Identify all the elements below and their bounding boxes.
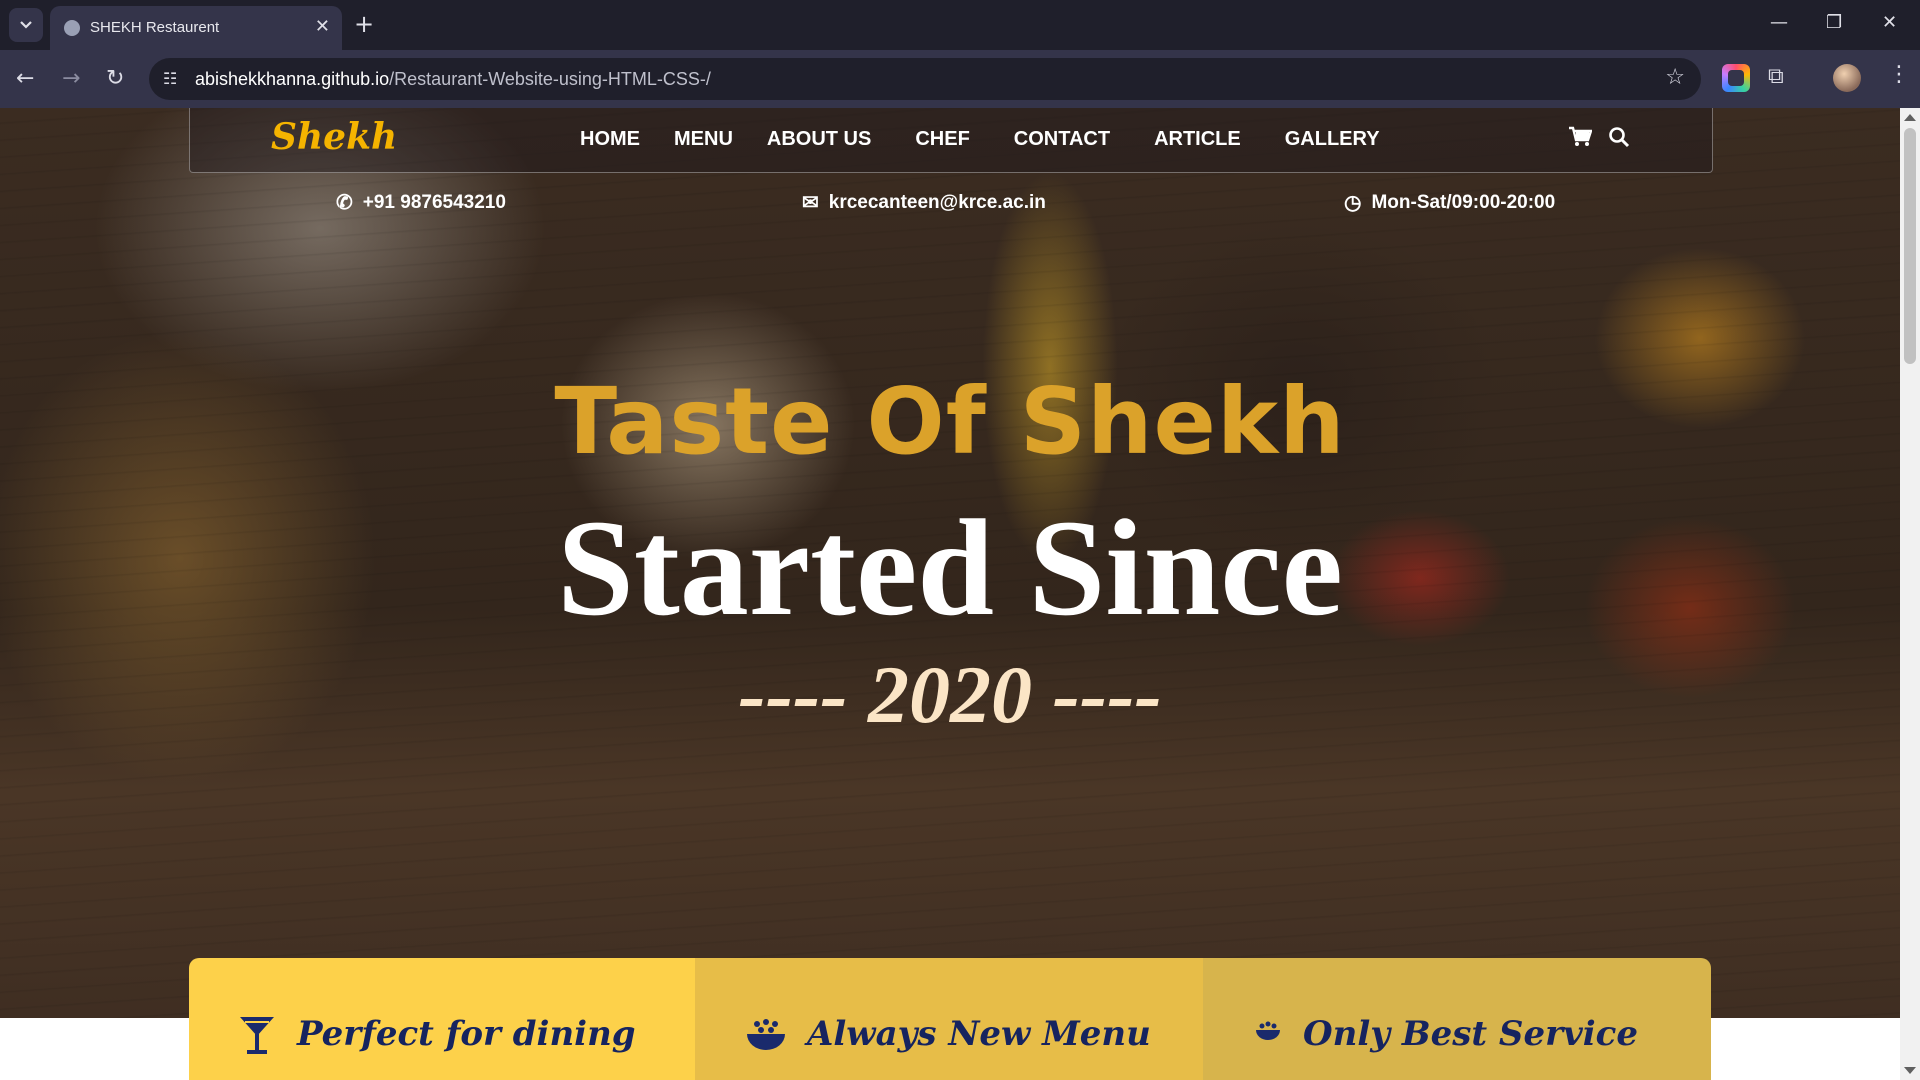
profile-avatar[interactable]: [1833, 64, 1861, 92]
url-text[interactable]: abishekkhanna.github.io/Restaurant-Websi…: [195, 69, 711, 90]
lens-icon[interactable]: [1722, 64, 1750, 92]
bookmark-star-icon[interactable]: ☆: [1665, 65, 1685, 90]
email-address: krcecanteen@krce.ac.in: [828, 191, 1046, 213]
envelope-icon: ✉: [802, 192, 819, 214]
opening-hours: Mon-Sat/09:00-20:00: [1371, 191, 1556, 213]
contact-phone: ✆ +91 9876543210: [336, 190, 506, 215]
scroll-up-icon[interactable]: [1904, 114, 1916, 121]
bowl-icon: [745, 1014, 787, 1061]
close-icon[interactable]: ✕: [315, 16, 330, 37]
back-icon[interactable]: ←: [16, 66, 34, 92]
browser-tab-bar: SHEKH Restaurent ✕ + — ❐ ✕: [0, 0, 1920, 50]
nav-chef[interactable]: CHEF: [915, 128, 969, 151]
tab-title: SHEKH Restaurent: [90, 19, 220, 36]
scroll-down-icon[interactable]: [1904, 1067, 1916, 1074]
nav-gallery[interactable]: GALLERY: [1285, 128, 1380, 151]
contact-hours: ◷ Mon-Sat/09:00-20:00: [1344, 190, 1555, 215]
brand-logo[interactable]: Shekh: [271, 116, 397, 158]
feature-label: Always New Menu: [807, 1014, 1151, 1054]
nav-links: HOME MENU ABOUT US CHEF CONTACT ARTICLE …: [580, 128, 1380, 151]
feature-perfect-dining: Perfect for dining: [189, 958, 695, 1080]
cocktail-icon: [237, 1014, 277, 1063]
menu-kebab-icon[interactable]: ⋮: [1888, 62, 1916, 90]
page-viewport: Shekh HOME MENU ABOUT US CHEF CONTACT AR…: [0, 108, 1900, 1080]
nav-about-us[interactable]: ABOUT US: [767, 128, 871, 151]
nav-home[interactable]: HOME: [580, 128, 640, 151]
browser-toolbar: ← → ↻ ☷ abishekkhanna.github.io/Restaura…: [0, 50, 1920, 108]
nav-article[interactable]: ARTICLE: [1154, 128, 1241, 151]
tab-list-icon[interactable]: [9, 8, 43, 42]
maximize-icon[interactable]: ❐: [1826, 12, 1842, 33]
window-close-icon[interactable]: ✕: [1882, 12, 1897, 33]
scrollbar-thumb[interactable]: [1904, 128, 1916, 364]
reload-icon[interactable]: ↻: [106, 66, 124, 92]
cart-icon[interactable]: [1568, 126, 1593, 154]
feature-best-service: Only Best Service: [1203, 958, 1711, 1080]
forward-icon[interactable]: →: [62, 66, 80, 92]
minimize-icon[interactable]: —: [1770, 12, 1788, 33]
contact-email: ✉ krcecanteen@krce.ac.in: [802, 190, 1046, 215]
hero-year: ---- 2020 ----: [738, 649, 1162, 740]
phone-number: +91 9876543210: [362, 191, 506, 213]
browser-tab[interactable]: SHEKH Restaurent ✕: [50, 6, 342, 50]
feature-new-menu: Always New Menu: [695, 958, 1203, 1080]
phone-icon: ✆: [336, 192, 353, 214]
search-icon[interactable]: [1608, 126, 1630, 154]
features-strip: Perfect for dining Always New Menu Only …: [189, 958, 1711, 1080]
feature-label: Perfect for dining: [297, 1014, 636, 1054]
site-navbar: Shekh HOME MENU ABOUT US CHEF CONTACT AR…: [189, 108, 1713, 173]
extensions-icon[interactable]: ⧉: [1768, 64, 1796, 92]
site-info-icon[interactable]: ☷: [163, 69, 183, 89]
nav-menu[interactable]: MENU: [674, 128, 733, 151]
new-tab-button[interactable]: +: [354, 10, 374, 38]
page-scrollbar[interactable]: [1900, 108, 1920, 1080]
dish-icon: [1253, 1014, 1283, 1055]
feature-label: Only Best Service: [1303, 1014, 1639, 1054]
hero-subtitle: Started Since: [557, 491, 1343, 644]
hero-title: Taste Of Shekh: [554, 368, 1346, 475]
clock-icon: ◷: [1344, 192, 1362, 214]
favicon-icon: [64, 20, 80, 36]
nav-contact[interactable]: CONTACT: [1014, 128, 1110, 151]
address-bar[interactable]: ☷ abishekkhanna.github.io/Restaurant-Web…: [149, 58, 1701, 100]
